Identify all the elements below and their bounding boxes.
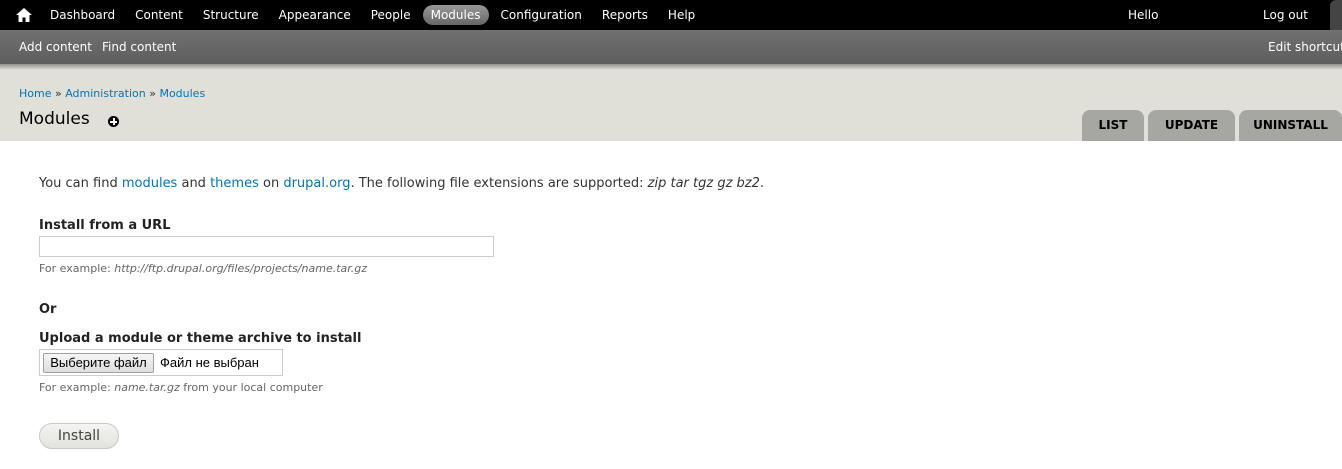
or-separator: Or	[39, 302, 57, 317]
toolbar-menu: Dashboard Content Structure Appearance P…	[42, 0, 707, 30]
description-prefix: For example:	[39, 262, 115, 275]
toolbar-item-content[interactable]: Content	[127, 5, 191, 25]
upload-archive-description: For example: name.tar.gz from your local…	[39, 381, 323, 394]
install-url-input[interactable]	[39, 236, 494, 257]
breadcrumb: Home » Administration » Modules	[19, 87, 205, 100]
page-title: Modules	[19, 109, 90, 129]
breadcrumb-administration[interactable]: Administration	[65, 87, 146, 100]
toolbar-item-appearance[interactable]: Appearance	[271, 5, 359, 25]
intro-text-part: . The following file extensions are supp…	[350, 176, 648, 191]
add-shortcut-icon[interactable]	[108, 116, 119, 127]
tab-update[interactable]: UPDATE	[1148, 110, 1235, 141]
description-prefix: For example:	[39, 381, 115, 394]
shortcut-find-content[interactable]: Find content	[102, 40, 176, 54]
drupal-org-link[interactable]: drupal.org	[283, 176, 350, 191]
toolbar-item-reports[interactable]: Reports	[594, 5, 656, 25]
toolbar-item-modules[interactable]: Modules	[422, 5, 489, 25]
tab-uninstall[interactable]: UNINSTALL	[1239, 110, 1342, 141]
intro-text: You can find modules and themes on drupa…	[39, 176, 764, 191]
toolbar-item-help[interactable]: Help	[660, 5, 703, 25]
edit-shortcuts-link[interactable]: Edit shortcuts	[1268, 40, 1342, 54]
intro-text-part: You can find	[39, 176, 122, 191]
intro-text-part: and	[177, 176, 211, 191]
breadcrumb-separator: »	[149, 87, 156, 100]
logout-link[interactable]: Log out	[1263, 8, 1308, 22]
admin-toolbar: Dashboard Content Structure Appearance P…	[0, 0, 1342, 30]
shortcut-add-content[interactable]: Add content	[19, 40, 92, 54]
intro-text-part: on	[258, 176, 284, 191]
toolbar-shadow	[0, 64, 1342, 70]
file-status-text: Файл не выбран	[160, 355, 259, 370]
upload-file-field[interactable]: Выберите файл Файл не выбран	[39, 349, 283, 376]
toolbar-item-people[interactable]: People	[363, 5, 419, 25]
breadcrumb-separator: »	[54, 87, 62, 100]
install-url-label: Install from a URL	[39, 218, 171, 233]
modules-link[interactable]: modules	[122, 176, 178, 191]
description-suffix: from your local computer	[179, 381, 323, 394]
intro-text-part: .	[759, 176, 765, 191]
url-example: http://ftp.drupal.org/files/projects/nam…	[114, 262, 368, 275]
choose-file-button[interactable]: Выберите файл	[43, 353, 154, 373]
shortcuts-bar: Add content Find content Edit shortcuts	[0, 30, 1342, 64]
toolbar-item-structure[interactable]: Structure	[195, 5, 267, 25]
toolbar-drawer-toggle[interactable]	[1330, 0, 1342, 30]
supported-extensions: zip tar tgz gz bz2	[647, 176, 760, 191]
upload-archive-label: Upload a module or theme archive to inst…	[39, 331, 362, 346]
breadcrumb-modules[interactable]: Modules	[159, 87, 205, 100]
install-url-description: For example: http://ftp.drupal.org/files…	[39, 262, 367, 275]
file-example: name.tar.gz	[114, 381, 180, 394]
toolbar-item-configuration[interactable]: Configuration	[493, 5, 590, 25]
home-icon[interactable]	[16, 8, 32, 22]
toolbar-item-dashboard[interactable]: Dashboard	[42, 5, 123, 25]
tab-list[interactable]: LIST	[1082, 110, 1144, 141]
user-greeting[interactable]: Hello	[1128, 8, 1158, 22]
themes-link[interactable]: themes	[210, 176, 259, 191]
page-header: Home » Administration » Modules Modules …	[0, 64, 1342, 141]
install-button[interactable]: Install	[39, 423, 119, 449]
breadcrumb-home[interactable]: Home	[19, 87, 51, 100]
